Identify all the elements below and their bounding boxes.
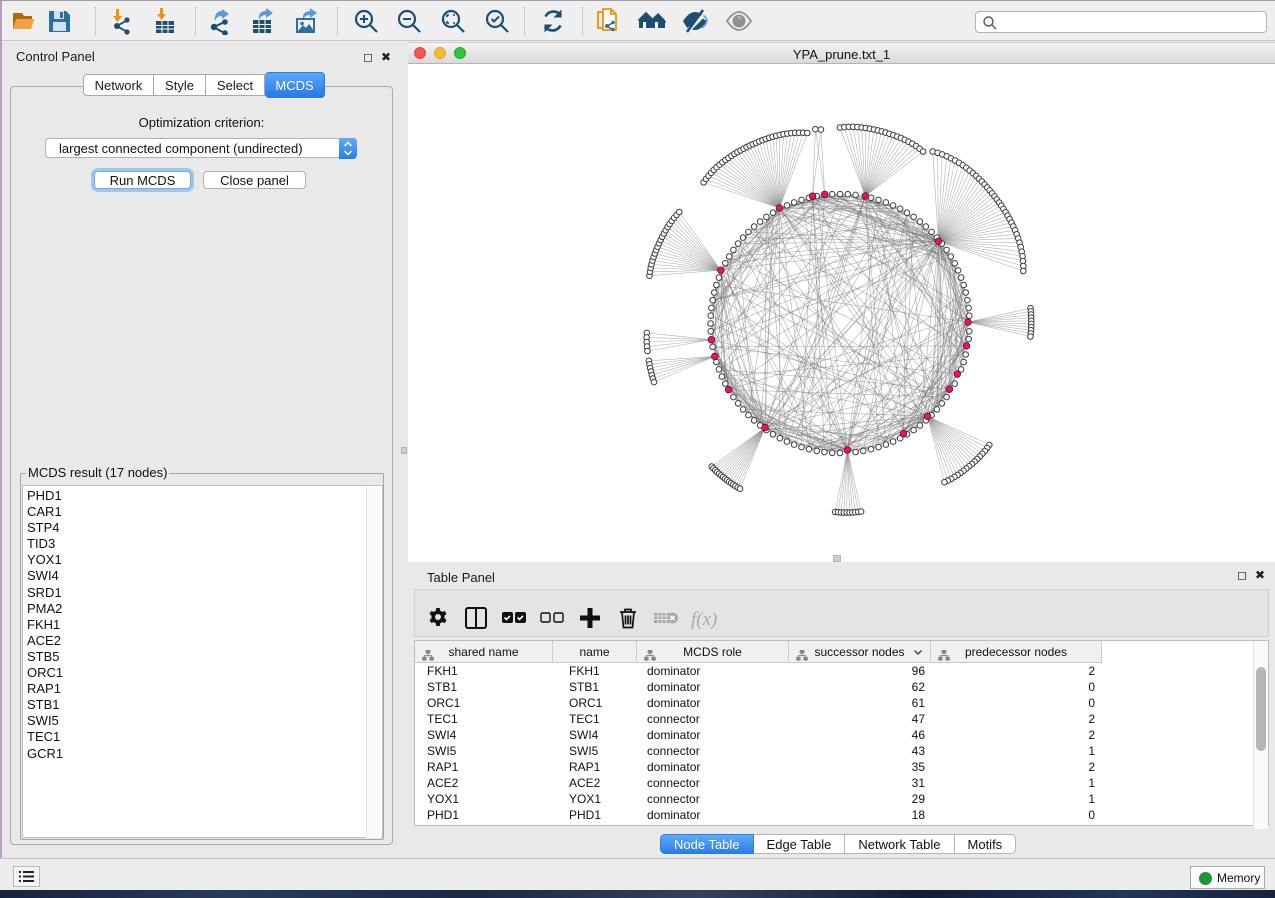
svg-text:f(x): f(x) [691,609,717,630]
